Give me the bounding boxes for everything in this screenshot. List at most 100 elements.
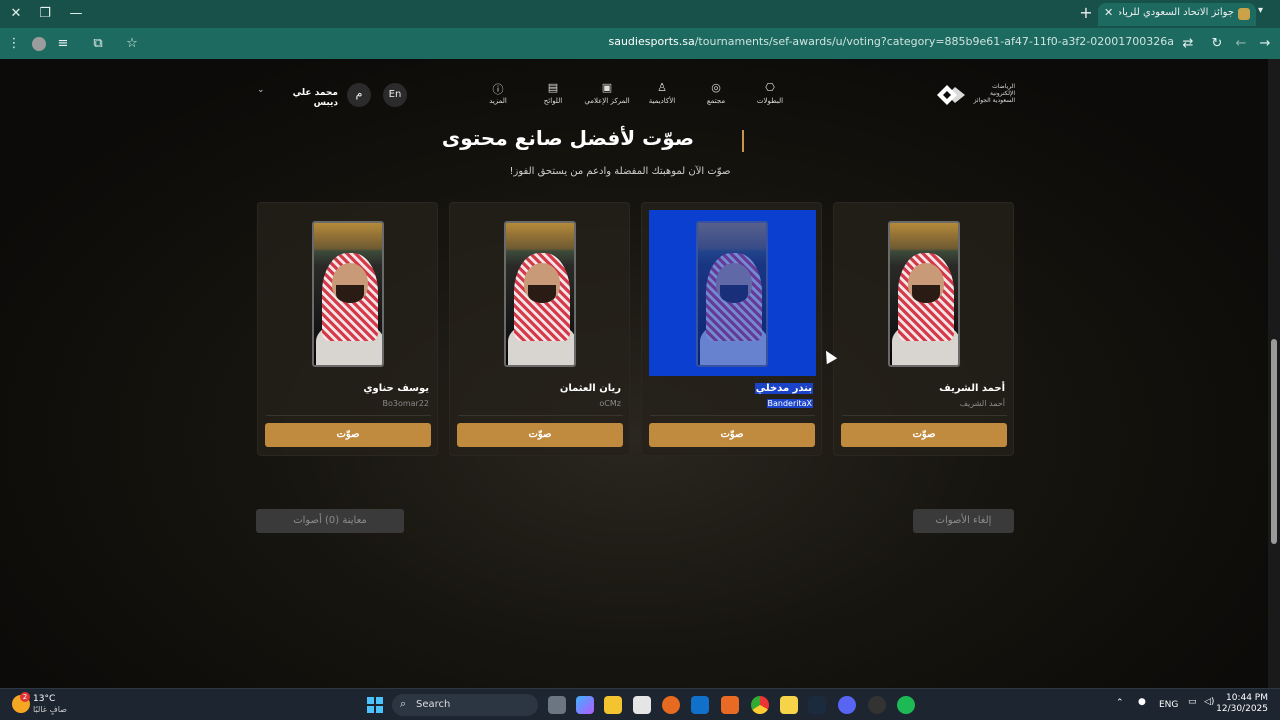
new-tab-button[interactable]: +	[1076, 3, 1096, 23]
extensions-icon[interactable]: ⧉	[88, 34, 108, 54]
title-accent-bar	[742, 130, 744, 152]
sef-logo-icon	[937, 85, 965, 105]
page-title: صوّت لأفضل صانع محتوى	[441, 126, 695, 150]
vote-button[interactable]: صوّت	[841, 423, 1007, 447]
profile-avatar-icon[interactable]	[29, 34, 49, 54]
nav-label: اللوائح	[543, 97, 563, 105]
candidate-name-text: بندر مدخلي	[754, 383, 813, 394]
nav-item-more[interactable]: ⓘ المزيد	[468, 81, 528, 105]
nav-item-academy[interactable]: ♙ الأكاديمية	[632, 81, 692, 105]
chevron-up-icon[interactable]: ⌃	[1116, 698, 1124, 708]
close-window-icon[interactable]: ✕	[4, 4, 28, 24]
nav-item-rules[interactable]: ▤ اللوائح	[523, 81, 583, 105]
nav-item-tournaments[interactable]: ⎔ البطولات	[740, 81, 800, 105]
outlook-icon[interactable]	[691, 696, 709, 714]
search-label: Search	[416, 699, 451, 710]
more-icon: ⓘ	[492, 83, 504, 96]
weather-condition[interactable]: صافٍ غالبًا	[33, 705, 67, 714]
taskbar: 2 13°C صافٍ غالبًا ⌕ Search ⌃ ● ENG ▭ ◁)…	[0, 688, 1280, 720]
volume-icon[interactable]: ◁)	[1204, 697, 1214, 707]
network-icon[interactable]: ▭	[1188, 697, 1197, 707]
candidate-card[interactable]: بندر مدخلي BanderitaX صوّت	[641, 202, 822, 456]
store-icon[interactable]	[633, 696, 651, 714]
site-logo[interactable]: الرياضات الإلكترونية السعودية الجوائز	[933, 81, 1015, 109]
vote-button[interactable]: صوّت	[649, 423, 815, 447]
minimize-window-icon[interactable]: —	[64, 4, 88, 24]
firefox-icon[interactable]	[662, 696, 680, 714]
media-icon: ▣	[601, 81, 613, 94]
restore-window-icon[interactable]: ❐	[33, 4, 57, 24]
academy-icon: ♙	[657, 81, 667, 94]
username[interactable]: محمد علي ديبس	[272, 88, 338, 108]
chevron-down-icon[interactable]: ⌄	[257, 85, 265, 95]
tab-search-icon[interactable]: ▾	[1258, 5, 1263, 16]
back-icon[interactable]: ←	[1231, 34, 1251, 54]
candidate-name: ريان العثمان	[559, 383, 621, 394]
language-toggle[interactable]: En	[383, 83, 407, 107]
app-icon[interactable]	[721, 696, 739, 714]
vote-button[interactable]: صوّت	[265, 423, 431, 447]
url-host: saudiesports.sa	[608, 35, 695, 48]
divider	[650, 415, 815, 416]
candidate-card[interactable]: ريان العثمان oCMz صوّت	[449, 202, 630, 456]
page-content: الرياضات الإلكترونية السعودية الجوائز ⎔ …	[0, 59, 1268, 688]
clock-time: 10:44 PM	[1226, 693, 1268, 703]
app-icon[interactable]	[780, 696, 798, 714]
notification-badge: 2	[20, 692, 30, 702]
candidate-photo	[312, 221, 384, 367]
microphone-icon[interactable]: ●	[1138, 697, 1146, 707]
divider	[266, 415, 431, 416]
candidate-handle: BanderitaX	[766, 399, 813, 408]
candidate-card[interactable]: أحمد الشريف أحمد الشريف صوّت	[833, 202, 1014, 456]
divider	[842, 415, 1007, 416]
address-bar: ⋮ ≡ ⧉ ☆ saudiesports.sa/tournaments/sef-…	[0, 28, 1280, 59]
task-view-icon[interactable]	[548, 696, 566, 714]
menu-icon[interactable]: ⋮	[4, 34, 24, 54]
copilot-icon[interactable]	[576, 696, 594, 714]
clock[interactable]: 10:44 PM 12/30/2025	[1216, 693, 1268, 715]
candidate-handle-text: BanderitaX	[766, 399, 813, 408]
clock-date: 12/30/2025	[1216, 704, 1268, 714]
weather-temperature[interactable]: 13°C	[33, 694, 55, 704]
scrollbar[interactable]	[1268, 59, 1280, 688]
file-explorer-icon[interactable]	[604, 696, 622, 714]
reading-list-icon[interactable]: ≡	[53, 34, 73, 54]
candidate-handle: أحمد الشريف	[959, 399, 1005, 408]
candidate-card[interactable]: يوسف حناوي Bo3omar22 صوّت	[257, 202, 438, 456]
tab-title: جوائز الاتحاد السعودي للرياضات الإلكترون…	[1119, 7, 1234, 18]
url-path: /tournaments/sef-awards/u/voting?categor…	[694, 35, 1174, 48]
discord-icon[interactable]	[838, 696, 856, 714]
candidate-name: يوسف حناوي	[363, 383, 429, 394]
forward-icon[interactable]: →	[1255, 34, 1275, 54]
browser-tab[interactable]: ✕ جوائز الاتحاد السعودي للرياضات الإلكتر…	[1098, 3, 1256, 26]
search-icon: ⌕	[400, 697, 407, 710]
url-field[interactable]: saudiesports.sa/tournaments/sef-awards/u…	[150, 35, 1174, 48]
windows-start-icon[interactable]	[367, 697, 383, 713]
avatar[interactable]: م	[347, 83, 371, 107]
vote-button[interactable]: صوّت	[457, 423, 623, 447]
candidate-handle: oCMz	[599, 399, 621, 408]
input-language[interactable]: ENG	[1159, 700, 1178, 710]
candidate-name: بندر مدخلي	[754, 383, 813, 394]
candidate-handle: Bo3omar22	[382, 399, 429, 408]
candidate-photo	[888, 221, 960, 367]
site-favicon-icon	[1238, 8, 1250, 20]
divider	[458, 415, 623, 416]
close-tab-icon[interactable]: ✕	[1104, 6, 1113, 19]
rules-icon: ▤	[547, 81, 559, 94]
spotify-icon[interactable]	[897, 696, 915, 714]
nav-item-community[interactable]: ◎ مجتمع	[686, 81, 746, 105]
site-settings-icon[interactable]: ⇄	[1178, 34, 1198, 54]
obs-icon[interactable]	[868, 696, 886, 714]
steam-icon[interactable]	[808, 696, 826, 714]
cancel-votes-button[interactable]: إلغاء الأصوات	[913, 509, 1014, 533]
nav-item-media[interactable]: ▣ المركز الإعلامي	[577, 81, 637, 105]
nav-label: المزيد	[489, 97, 507, 105]
scrollbar-thumb[interactable]	[1271, 339, 1277, 544]
bookmark-star-icon[interactable]: ☆	[122, 34, 142, 54]
review-votes-button[interactable]: معاينة (0) أصوات	[256, 509, 404, 533]
candidate-photo	[696, 221, 768, 367]
reload-icon[interactable]: ↻	[1207, 34, 1227, 54]
taskbar-search[interactable]: ⌕ Search	[392, 694, 538, 716]
chrome-icon[interactable]	[751, 696, 769, 714]
